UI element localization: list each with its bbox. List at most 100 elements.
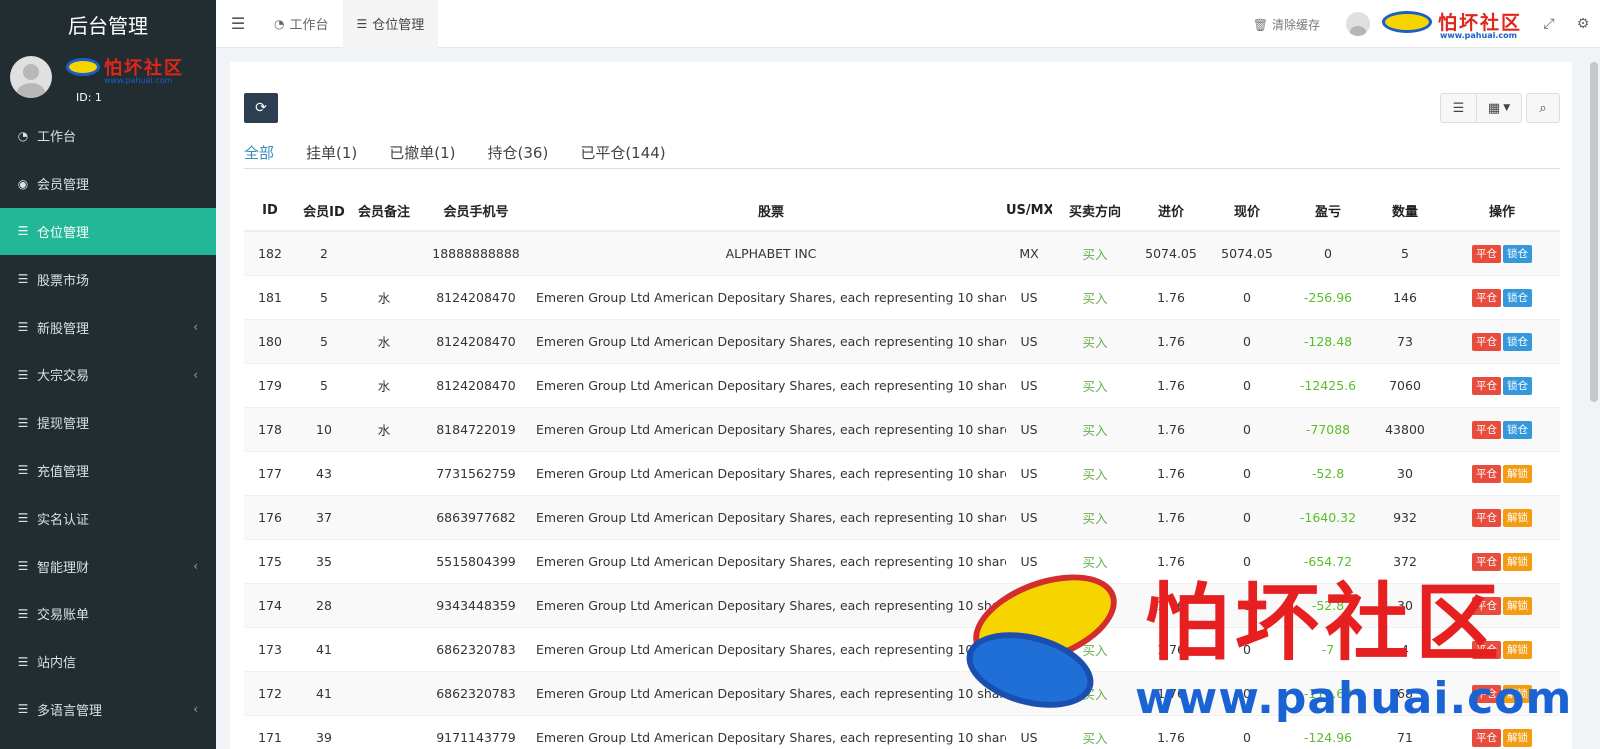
lock-position-button[interactable]: 锁仓 xyxy=(1503,420,1532,439)
column-header[interactable]: 现价 xyxy=(1204,201,1290,220)
sidebar-item-2[interactable]: ☰ 仓位管理 xyxy=(0,207,216,256)
list-icon: ☰ xyxy=(17,702,29,717)
unlock-position-button[interactable]: 解锁 xyxy=(1503,640,1532,659)
column-header[interactable]: 股票 xyxy=(536,201,1006,220)
cell-in: 1.76 xyxy=(1157,510,1185,525)
cell-phone: 8124208470 xyxy=(436,290,516,305)
sidebar-item-3[interactable]: ☰ 股票市场 xyxy=(0,255,216,303)
close-position-button[interactable]: 平仓 xyxy=(1472,684,1501,703)
unlock-position-button[interactable]: 解锁 xyxy=(1503,596,1532,615)
sidebar-item-7[interactable]: ☰ 充值管理 xyxy=(0,447,216,495)
column-header[interactable]: ID xyxy=(244,203,296,218)
unlock-position-button[interactable]: 解锁 xyxy=(1503,552,1532,571)
close-position-button[interactable]: 平仓 xyxy=(1472,420,1501,439)
sidebar-item-8[interactable]: ☰ 实名认证 xyxy=(0,494,216,542)
column-header[interactable]: 会员备注 xyxy=(352,201,416,220)
close-position-button[interactable]: 平仓 xyxy=(1472,244,1501,263)
sidebar-item-10[interactable]: ☰ 交易账单 xyxy=(0,590,216,638)
close-position-button[interactable]: 平仓 xyxy=(1472,288,1501,307)
table-body: 182 2 18888888888 ALPHABET INC MX 买入 5074.05 50… xyxy=(244,232,1560,749)
cell-in: 1.76 xyxy=(1157,422,1185,437)
cell-in: 1.76 xyxy=(1157,334,1185,349)
column-header[interactable]: 会员手机号 xyxy=(416,201,536,220)
cell-mkt: US xyxy=(1020,290,1038,305)
cell-id: 178 xyxy=(258,422,282,437)
clear-cache-button[interactable]: 🗑 清除缓存 xyxy=(1253,16,1320,33)
column-header[interactable]: 操作 xyxy=(1444,201,1560,220)
tab-position-management[interactable]: ☰ 仓位管理 xyxy=(342,0,439,48)
cell-actions: 平仓 解锁 xyxy=(1444,464,1560,483)
cell-phone: 6863977682 xyxy=(436,510,516,525)
fullscreen-icon[interactable]: ⤢ xyxy=(1532,16,1566,32)
sidebar-item-12[interactable]: ☰ 多语言管理 ‹ xyxy=(0,686,216,734)
dashboard-icon: ◔ xyxy=(17,128,29,143)
close-position-button[interactable]: 平仓 xyxy=(1472,464,1501,483)
topbar: ☰ ◔ 工作台 ☰ 仓位管理 🗑 清除缓存 怕坏社区 www.pahuai.com … xyxy=(216,0,1600,48)
sidebar-item-9[interactable]: ☰ 智能理财 ‹ xyxy=(0,542,216,590)
topbar-avatar[interactable] xyxy=(1345,12,1370,36)
sidebar-item-0[interactable]: ◔ 工作台 xyxy=(0,112,216,160)
unlock-position-button[interactable]: 解锁 xyxy=(1503,508,1532,527)
close-position-button[interactable]: 平仓 xyxy=(1472,508,1501,527)
tab-dashboard[interactable]: ◔ 工作台 xyxy=(260,0,343,48)
lock-position-button[interactable]: 锁仓 xyxy=(1503,332,1532,351)
close-position-button[interactable]: 平仓 xyxy=(1472,376,1501,395)
cell-pl: -12425.6 xyxy=(1299,378,1357,393)
cell-mkt: US xyxy=(1020,466,1038,481)
filter-tab-0[interactable]: 全部 xyxy=(244,135,274,169)
close-position-button[interactable]: 平仓 xyxy=(1472,596,1501,615)
topbar-brand-logo: 怕坏社区 www.pahuai.com xyxy=(1381,8,1522,40)
avatar[interactable] xyxy=(10,56,52,98)
cell-id: 179 xyxy=(258,378,282,393)
settings-gears-icon[interactable]: ⚙ xyxy=(1566,16,1600,32)
close-position-button[interactable]: 平仓 xyxy=(1472,728,1501,747)
sidebar-item-label: 智能理财 xyxy=(37,560,90,576)
sidebar-item-11[interactable]: ☰ 站内信 xyxy=(0,638,216,686)
column-header[interactable]: 盈亏 xyxy=(1290,201,1366,220)
close-position-button[interactable]: 平仓 xyxy=(1472,552,1501,571)
columns-dropdown-button[interactable]: ▦ ▼ xyxy=(1477,94,1521,122)
sidebar-item-6[interactable]: ☰ 提现管理 xyxy=(0,399,216,447)
unlock-position-button[interactable]: 解锁 xyxy=(1503,464,1532,483)
column-header[interactable]: 数量 xyxy=(1366,201,1444,220)
lock-position-button[interactable]: 锁仓 xyxy=(1503,376,1532,395)
table-row: 175 35 5515804399 Emeren Group Ltd American… xyxy=(244,540,1560,584)
toggle-view-button[interactable]: ☰ xyxy=(1441,94,1477,122)
column-header[interactable]: 会员ID xyxy=(296,201,352,220)
page-scrollbar[interactable] xyxy=(1590,62,1598,402)
refresh-button[interactable]: ⟳ xyxy=(244,93,278,123)
search-button[interactable]: ⌕ xyxy=(1526,93,1560,123)
filter-tab-3[interactable]: 持仓(36) xyxy=(488,135,549,169)
close-position-button[interactable]: 平仓 xyxy=(1472,332,1501,351)
sidebar-item-1[interactable]: ◉ 会员管理 xyxy=(0,160,216,208)
dashboard-icon: ◔ xyxy=(274,16,285,31)
list-icon: ☰ xyxy=(17,224,29,239)
cell-dir: 买入 xyxy=(1082,555,1108,570)
filter-tab-1[interactable]: 挂单(1) xyxy=(306,135,357,169)
cell-mkt: US xyxy=(1020,334,1038,349)
cell-in: 1.76 xyxy=(1157,642,1185,657)
caret-down-icon: ▼ xyxy=(1503,103,1511,113)
column-header[interactable]: US/MX xyxy=(1006,203,1052,218)
unlock-position-button[interactable]: 解锁 xyxy=(1503,684,1532,703)
sidebar-item-label: 多语言管理 xyxy=(37,703,103,719)
cell-pl: -119.68 xyxy=(1303,686,1353,701)
filter-tab-4[interactable]: 已平仓(144) xyxy=(580,135,665,169)
cell-pl: -52.8 xyxy=(1311,598,1345,613)
lock-position-button[interactable]: 锁仓 xyxy=(1503,288,1532,307)
sidebar-item-5[interactable]: ☰ 大宗交易 ‹ xyxy=(0,351,216,399)
cell-note: 水 xyxy=(377,335,391,350)
unlock-position-button[interactable]: 解锁 xyxy=(1503,728,1532,747)
column-header[interactable]: 买卖方向 xyxy=(1052,201,1138,220)
menu-toggle-icon[interactable]: ☰ xyxy=(216,14,260,33)
lock-position-button[interactable]: 锁仓 xyxy=(1503,244,1532,263)
sidebar-item-4[interactable]: ☰ 新股管理 ‹ xyxy=(0,303,216,351)
user-id: ID: 1 xyxy=(76,91,102,104)
close-position-button[interactable]: 平仓 xyxy=(1472,640,1501,659)
table-toolbar: ☰ ▦ ▼ xyxy=(1440,93,1522,123)
list-icon: ☰ xyxy=(17,415,29,430)
column-header[interactable]: 进价 xyxy=(1138,201,1204,220)
fish-logo-icon xyxy=(66,58,100,76)
filter-tab-2[interactable]: 已撤单(1) xyxy=(389,135,455,169)
cell-actions: 平仓 解锁 xyxy=(1444,640,1560,659)
